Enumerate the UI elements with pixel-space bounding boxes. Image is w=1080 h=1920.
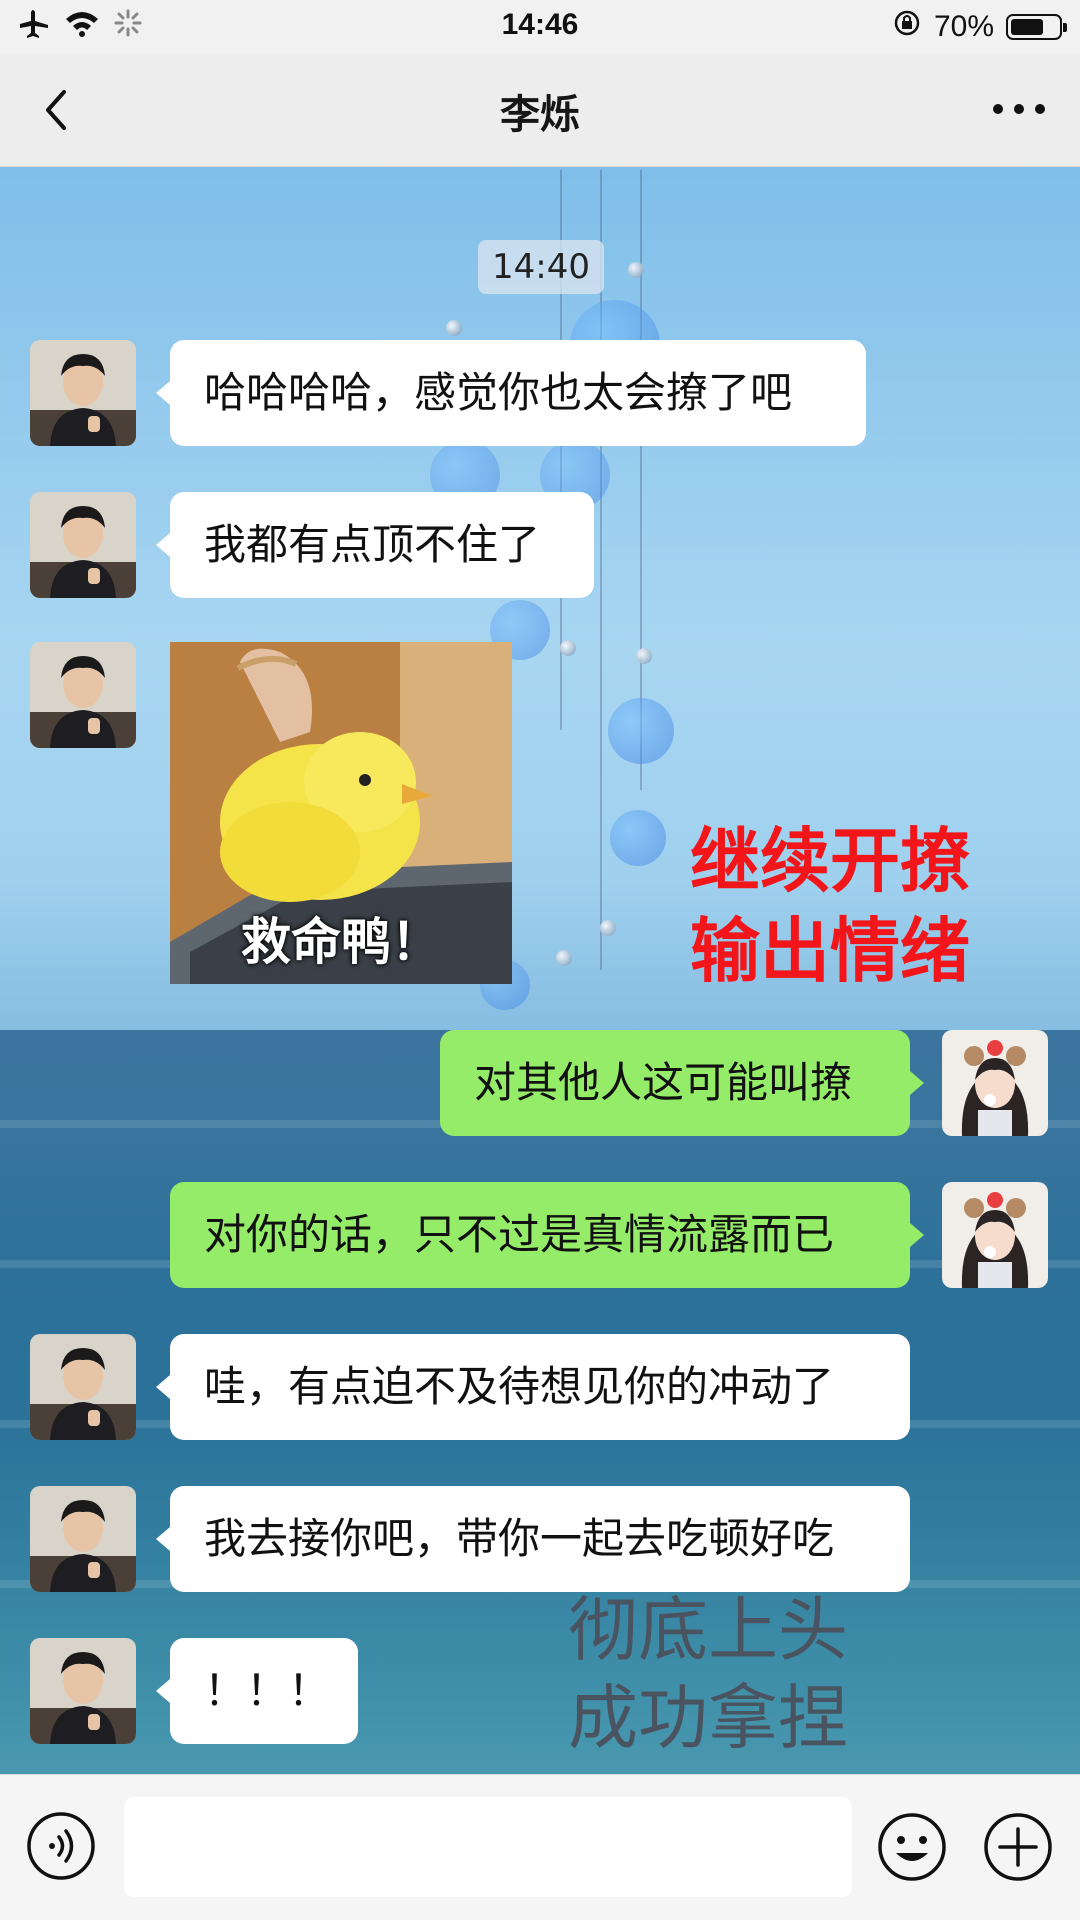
- battery-percent: 70%: [933, 10, 994, 43]
- wind-chime-bead: [560, 640, 576, 656]
- contact-avatar[interactable]: [30, 340, 136, 446]
- annotation-gray: 彻底上头 成功拿捏: [568, 1586, 848, 1762]
- wind-chime-bead: [636, 648, 652, 664]
- wind-chime-bead: [446, 320, 462, 336]
- boy-avatar-icon: [30, 1334, 136, 1440]
- bubble-tail: [910, 1223, 924, 1247]
- boy-avatar-icon: [30, 492, 136, 598]
- bubble-tail: [156, 1679, 170, 1703]
- chat-title: 李烁: [500, 92, 580, 138]
- message-bubble-incoming[interactable]: ！！！: [170, 1638, 358, 1744]
- status-bar: 14:46 70%: [0, 0, 1080, 54]
- nav-bar: 李烁: [0, 54, 1080, 167]
- battery-level: [1011, 19, 1043, 35]
- plus-button[interactable]: [982, 1811, 1054, 1883]
- battery-icon: [1006, 14, 1067, 40]
- status-icons-right: 70%: [892, 8, 1067, 46]
- message-bubble-incoming[interactable]: 我都有点顶不住了: [170, 492, 594, 598]
- message-bubble-outgoing[interactable]: 对其他人这可能叫撩: [440, 1030, 910, 1136]
- boy-avatar-icon: [30, 1638, 136, 1744]
- more-button[interactable]: [984, 84, 1054, 134]
- self-avatar[interactable]: [942, 1182, 1048, 1288]
- boy-avatar-icon: [30, 1486, 136, 1592]
- bubble-tail: [156, 381, 170, 405]
- input-bar: [0, 1774, 1080, 1920]
- annotation-gray-line-1: 彻底上头: [568, 1589, 848, 1671]
- message-bubble-incoming[interactable]: 哇，有点迫不及待想见你的冲动了: [170, 1334, 910, 1440]
- sticker-caption: 救命鸭！: [241, 913, 441, 971]
- message-timestamp: 14:40: [478, 240, 604, 294]
- contact-avatar[interactable]: [30, 492, 136, 598]
- message-bubble-incoming[interactable]: 我去接你吧，带你一起去吃顿好吃: [170, 1486, 910, 1592]
- duckling-sticker[interactable]: 救命鸭！: [170, 642, 512, 984]
- bubble-tail: [156, 533, 170, 557]
- annotation-gray-line-2: 成功拿捏: [568, 1677, 848, 1759]
- self-avatar[interactable]: [942, 1030, 1048, 1136]
- contact-avatar[interactable]: [30, 1638, 136, 1744]
- plus-icon: [984, 1813, 1052, 1881]
- chat-screen: 14:46 70% 李烁 14:40 哈哈哈哈，感觉你也太会撩了吧 我都有点顶不…: [0, 0, 1080, 1920]
- message-bubble-incoming[interactable]: 哈哈哈哈，感觉你也太会撩了吧: [170, 340, 866, 446]
- emoji-button[interactable]: [876, 1811, 948, 1883]
- wind-chime-disc: [610, 810, 666, 866]
- wind-chime-bead: [556, 950, 572, 966]
- annotation-red-line-1: 继续开撩: [690, 820, 970, 902]
- girl-avatar-icon: [942, 1030, 1048, 1136]
- contact-avatar[interactable]: [30, 1334, 136, 1440]
- more-icon: [993, 104, 1045, 114]
- contact-avatar[interactable]: [30, 1486, 136, 1592]
- contact-avatar[interactable]: [30, 642, 136, 748]
- wind-chime-bead: [628, 262, 644, 278]
- bubble-tail: [910, 1071, 924, 1095]
- message-bubble-outgoing[interactable]: 对你的话，只不过是真情流露而已: [170, 1182, 910, 1288]
- message-input[interactable]: [124, 1797, 852, 1897]
- voice-button[interactable]: [26, 1811, 96, 1881]
- bubble-tail: [156, 1375, 170, 1399]
- annotation-red-line-2: 输出情绪: [690, 910, 970, 992]
- annotation-red: 继续开撩 输出情绪: [690, 816, 970, 996]
- girl-avatar-icon: [942, 1182, 1048, 1288]
- orientation-lock-icon: [892, 8, 922, 46]
- voice-icon: [27, 1812, 95, 1880]
- wind-chime-bead: [600, 920, 616, 936]
- wind-chime-disc: [608, 698, 674, 764]
- boy-avatar-icon: [30, 340, 136, 446]
- bubble-tail: [156, 1527, 170, 1551]
- boy-avatar-icon: [30, 642, 136, 748]
- emoji-icon: [878, 1813, 946, 1881]
